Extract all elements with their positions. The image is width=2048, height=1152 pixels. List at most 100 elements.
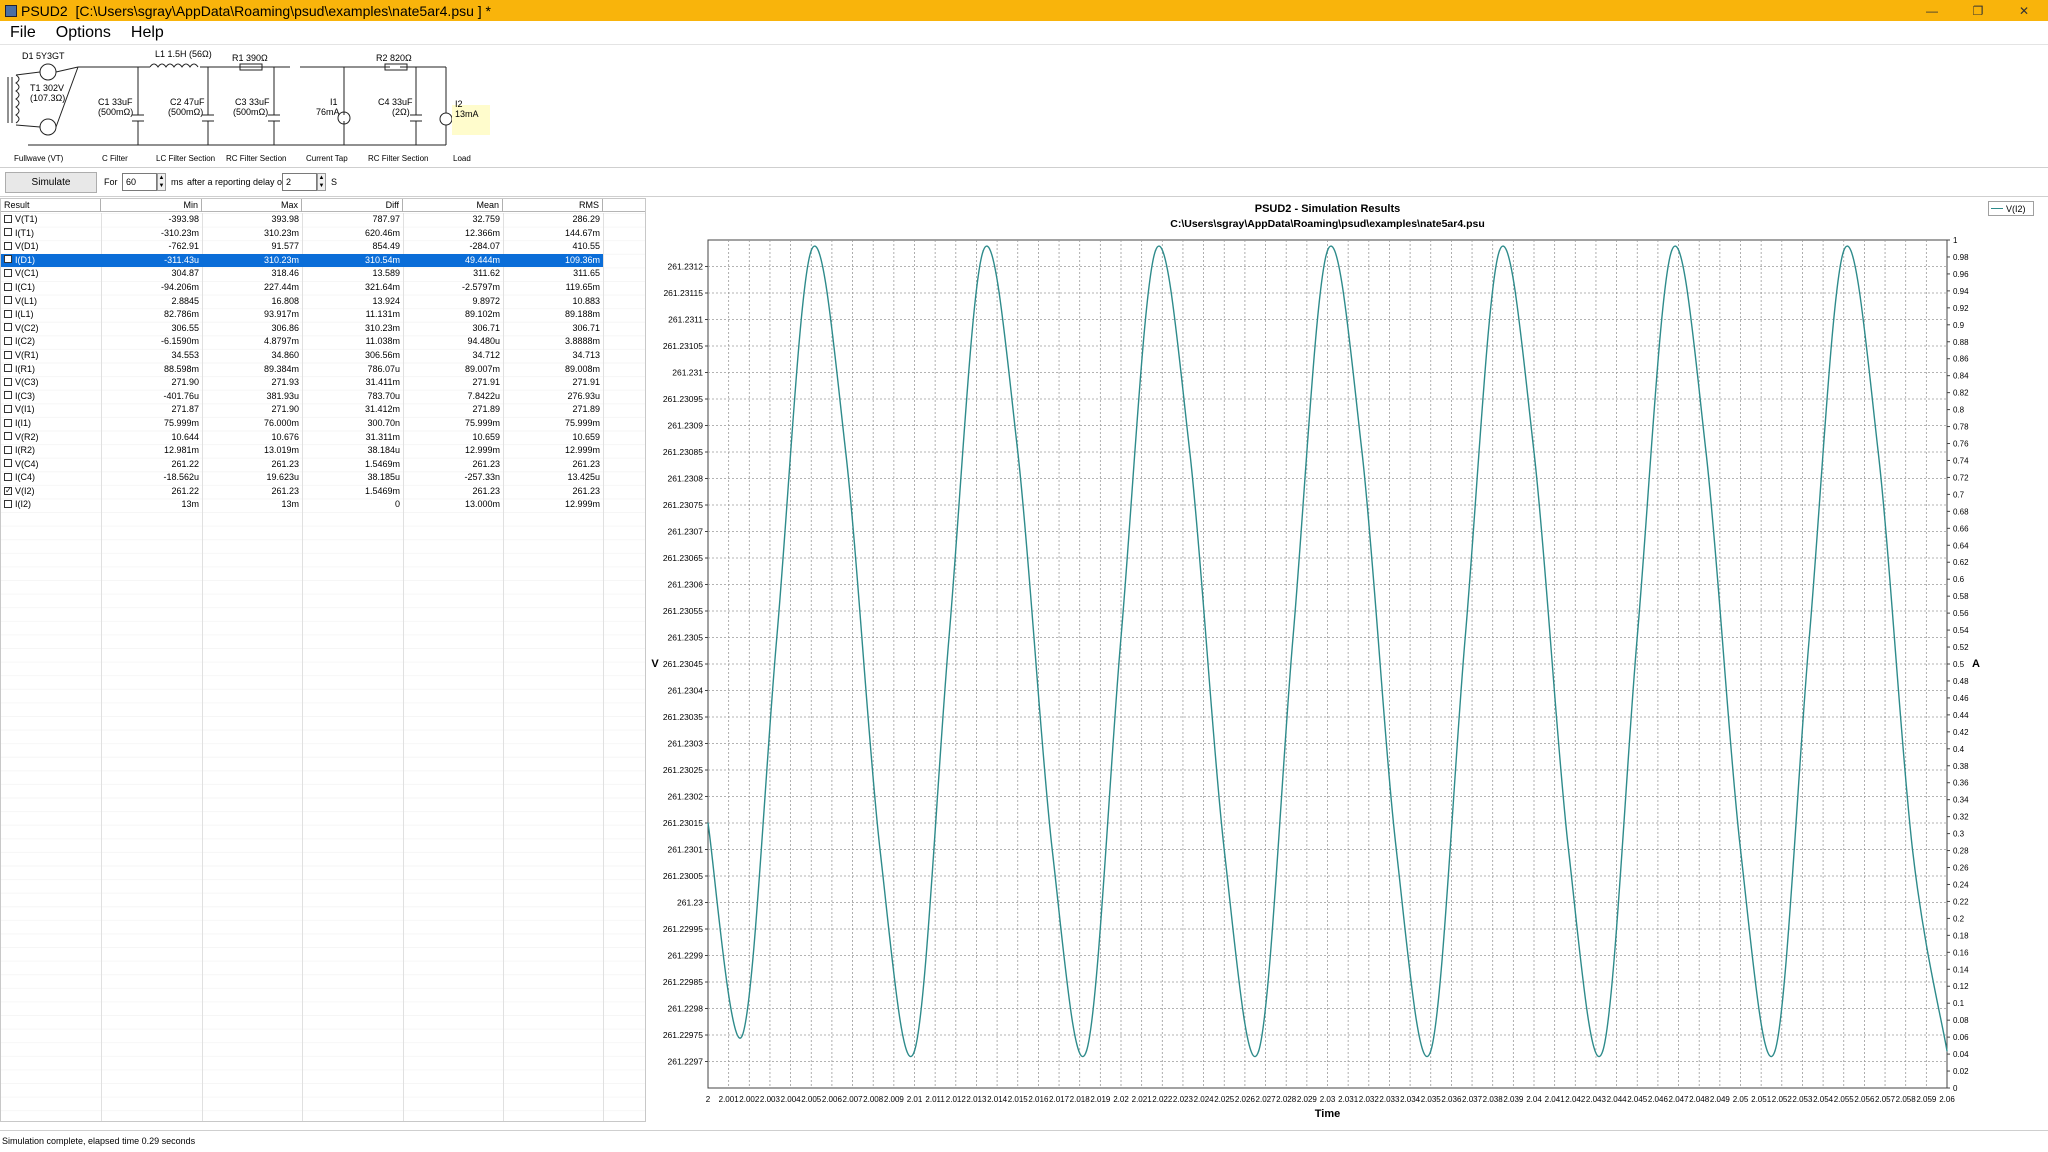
- table-row[interactable]: V(C2) 306.55 306.86 310.23m 306.71 306.71: [1, 322, 645, 336]
- header-rms[interactable]: RMS: [503, 199, 603, 212]
- table-row[interactable]: I(C4) -18.562u 19.623u 38.185u -257.33n 13.42…: [1, 471, 645, 485]
- chart-legend[interactable]: V(I2): [1988, 201, 2034, 216]
- row-checkbox[interactable]: [4, 309, 12, 318]
- delay-spinner[interactable]: ▲ ▼: [317, 173, 326, 191]
- header-diff[interactable]: Diff: [302, 199, 403, 212]
- table-row[interactable]: V(D1) -762.91 91.577 854.49 -284.07 410.55: [1, 240, 645, 254]
- y2-tick-label: 0.24: [1953, 880, 1969, 889]
- row-label: I(I1): [15, 417, 32, 428]
- simulate-button[interactable]: Simulate: [5, 172, 97, 193]
- x-tick-label: 2.014: [987, 1095, 1008, 1104]
- header-max[interactable]: Max: [202, 199, 302, 212]
- status-bar: Simulation complete, elapsed time 0.29 s…: [0, 1130, 2048, 1152]
- circuit-schematic[interactable]: D1 5Y3GT T1 302V (107.3Ω) L1 1.5H (56Ω) …: [0, 45, 500, 167]
- series-point: [913, 1050, 916, 1052]
- section-load[interactable]: Load: [453, 154, 471, 163]
- series-point: [1430, 1050, 1432, 1052]
- table-row[interactable]: I(I2) 13m 13m 0 13.000m 12.999m: [1, 498, 645, 512]
- row-label: I(C4): [15, 472, 35, 483]
- menu-help[interactable]: Help: [121, 24, 174, 42]
- section-rc-filter-1[interactable]: RC Filter Section: [226, 154, 286, 163]
- row-checkbox[interactable]: [4, 391, 12, 400]
- row-name: V(R2): [1, 431, 101, 445]
- table-row[interactable]: V(T1) -393.98 393.98 787.97 32.759 286.29: [1, 213, 645, 227]
- section-c-filter[interactable]: C Filter: [102, 154, 128, 163]
- y-tick-label: 261.23075: [663, 500, 703, 510]
- row-checkbox[interactable]: [4, 336, 12, 345]
- table-row[interactable]: I(C1) -94.206m 227.44m 321.64m -2.5797m 119.6…: [1, 281, 645, 295]
- row-checkbox[interactable]: [4, 418, 12, 427]
- cell-rms: 12.999m: [564, 499, 600, 510]
- spin-down-icon[interactable]: ▼: [318, 182, 325, 190]
- menu-options[interactable]: Options: [46, 24, 121, 42]
- table-row[interactable]: I(R1) 88.598m 89.384m 786.07u 89.007m 89.008m: [1, 363, 645, 377]
- section-fullwave[interactable]: Fullwave (VT): [14, 154, 64, 163]
- x-tick-label: 2.055: [1834, 1095, 1855, 1104]
- row-name: V(L1): [1, 295, 101, 309]
- simulation-chart[interactable]: 2 2.001 2.002 2.003 2.004 2.005 2.006 2.007 2.00…: [650, 198, 1986, 1122]
- cell-rms: 276.93u: [567, 390, 600, 401]
- table-row[interactable]: I(C3) -401.76u 381.93u 783.70u 7.8422u 276.93…: [1, 390, 645, 404]
- cell-diff: 38.184u: [367, 445, 400, 456]
- row-checkbox[interactable]: [4, 228, 12, 237]
- row-checkbox[interactable]: [4, 269, 12, 277]
- y2-tick-label: 0.04: [1953, 1050, 1969, 1059]
- row-checkbox[interactable]: [4, 500, 12, 509]
- row-checkbox[interactable]: [4, 350, 12, 359]
- spin-down-icon[interactable]: ▼: [158, 182, 165, 190]
- table-row[interactable]: I(T1) -310.23m 310.23m 620.46m 12.366m 144.67…: [1, 227, 645, 241]
- table-row[interactable]: V(C4) 261.22 261.23 1.5469m 261.23 261.23: [1, 458, 645, 472]
- row-checkbox[interactable]: [4, 432, 12, 441]
- row-checkbox[interactable]: [4, 296, 12, 305]
- row-checkbox[interactable]: [4, 323, 12, 332]
- spin-up-icon[interactable]: ▲: [158, 174, 165, 182]
- spin-up-icon[interactable]: ▲: [318, 174, 325, 182]
- row-checkbox[interactable]: [4, 364, 12, 373]
- cell-min: 271.90: [171, 377, 199, 388]
- cell-rms: 261.23: [572, 458, 600, 469]
- row-checkbox[interactable]: [4, 404, 12, 413]
- row-checkbox[interactable]: [4, 377, 12, 386]
- section-rc-filter-2[interactable]: RC Filter Section: [368, 154, 428, 163]
- restore-icon[interactable]: ❐: [1956, 0, 2000, 21]
- table-row[interactable]: I(I1) 75.999m 76.000m 300.70n 75.999m 75.999m: [1, 417, 645, 431]
- table-row[interactable]: V(R1) 34.553 34.860 306.56m 34.712 34.713: [1, 349, 645, 363]
- close-icon[interactable]: ✕: [2002, 0, 2046, 21]
- x-tick-label: 2.02: [1113, 1095, 1129, 1104]
- row-checkbox[interactable]: [4, 445, 12, 454]
- section-lc-filter[interactable]: LC Filter Section: [156, 154, 215, 163]
- table-row[interactable]: I(D1) -311.43u 310.23m 310.54m 49.444m 109.36…: [1, 253, 645, 268]
- header-min[interactable]: Min: [101, 199, 202, 212]
- row-checkbox[interactable]: [4, 459, 12, 468]
- cell-diff: 786.07u: [367, 363, 400, 374]
- row-checkbox[interactable]: [4, 214, 12, 223]
- delay-input[interactable]: [282, 173, 317, 191]
- table-row[interactable]: I(L1) 82.786m 93.917m 11.131m 89.102m 89.188m: [1, 308, 645, 322]
- row-name: I(L1): [1, 308, 101, 322]
- header-result[interactable]: Result: [1, 199, 101, 212]
- header-mean[interactable]: Mean: [403, 199, 503, 212]
- row-checkbox[interactable]: [4, 472, 12, 481]
- row-label: V(T1): [15, 214, 38, 224]
- duration-spinner[interactable]: ▲ ▼: [157, 173, 166, 191]
- table-row[interactable]: V(R2) 10.644 10.676 31.311m 10.659 10.659: [1, 431, 645, 445]
- table-row[interactable]: V(C3) 271.90 271.93 31.411m 271.91 271.91: [1, 376, 645, 390]
- minimize-icon[interactable]: —: [1910, 0, 1954, 21]
- cell-diff: 787.97: [372, 214, 400, 224]
- section-current-tap[interactable]: Current Tap: [306, 154, 348, 163]
- table-row[interactable]: V(L1) 2.8845 16.808 13.924 9.8972 10.883: [1, 295, 645, 309]
- table-row[interactable]: I(C2) -6.1590m 4.8797m 11.038m 94.480u 3.8888…: [1, 335, 645, 349]
- table-row[interactable]: ✓ V(I2) 261.22 261.23 1.5469m 261.23 261.23: [1, 485, 645, 499]
- row-checkbox[interactable]: ✓: [4, 486, 12, 495]
- table-row[interactable]: V(I1) 271.87 271.90 31.412m 271.89 271.89: [1, 403, 645, 417]
- series-point: [741, 1034, 744, 1036]
- row-name: V(C1): [1, 267, 101, 281]
- y-tick-label: 261.2301: [668, 845, 704, 855]
- row-checkbox[interactable]: [4, 255, 12, 264]
- row-checkbox[interactable]: [4, 282, 12, 291]
- duration-input[interactable]: [122, 173, 157, 191]
- row-checkbox[interactable]: [4, 241, 12, 250]
- menu-file[interactable]: File: [0, 24, 46, 42]
- table-row[interactable]: V(C1) 304.87 318.46 13.589 311.62 311.65: [1, 267, 645, 281]
- table-row[interactable]: I(R2) 12.981m 13.019m 38.184u 12.999m 12.999m: [1, 444, 645, 458]
